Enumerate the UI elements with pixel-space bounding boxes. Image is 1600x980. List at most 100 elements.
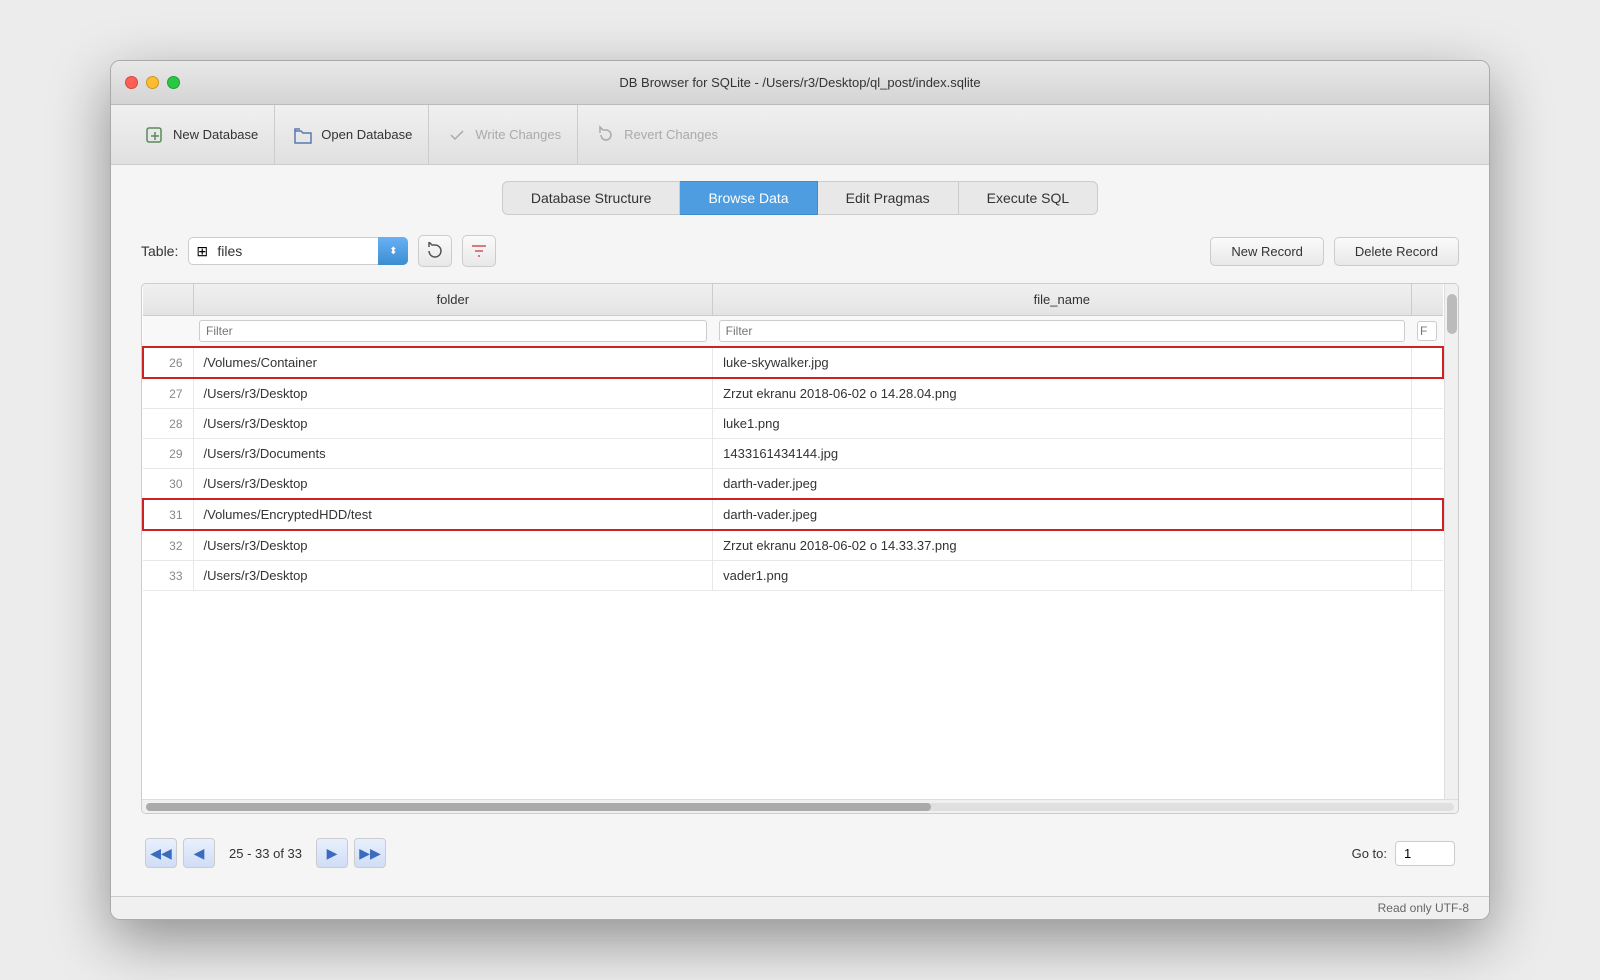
horizontal-scrollbar[interactable]	[142, 799, 1458, 813]
col-folder[interactable]: folder	[193, 284, 713, 316]
table-row[interactable]: 28/Users/r3/Desktopluke1.png	[143, 409, 1443, 439]
table-row[interactable]: 26/Volumes/Containerluke-skywalker.jpg	[143, 347, 1443, 378]
cell-rownum: 27	[143, 378, 193, 409]
table-and-scroll: folder file_name	[142, 284, 1458, 799]
table-header-row: folder file_name	[143, 284, 1443, 316]
cell-folder: /Users/r3/Desktop	[193, 469, 713, 500]
cell-folder: /Volumes/Container	[193, 347, 713, 378]
filter-rownum-cell	[143, 316, 193, 348]
cell-rownum: 32	[143, 530, 193, 561]
cell-rownum: 33	[143, 561, 193, 591]
table-row[interactable]: 27/Users/r3/DesktopZrzut ekranu 2018-06-…	[143, 378, 1443, 409]
cell-folder: /Users/r3/Desktop	[193, 409, 713, 439]
col-filename[interactable]: file_name	[713, 284, 1411, 316]
table-row[interactable]: 29/Users/r3/Documents1433161434144.jpg	[143, 439, 1443, 469]
last-page-button[interactable]: ▶▶	[354, 838, 386, 868]
tab-browse-data[interactable]: Browse Data	[680, 181, 817, 215]
data-table: folder file_name	[142, 284, 1444, 591]
minimize-button[interactable]	[146, 76, 159, 89]
cell-filename: luke1.png	[713, 409, 1411, 439]
col-rownum	[143, 284, 193, 316]
table-row[interactable]: 30/Users/r3/Desktopdarth-vader.jpeg	[143, 469, 1443, 500]
cell-rownum: 26	[143, 347, 193, 378]
table-body: 26/Volumes/Containerluke-skywalker.jpg27…	[143, 347, 1443, 591]
cell-rownum: 28	[143, 409, 193, 439]
maximize-button[interactable]	[167, 76, 180, 89]
page-range: 25 - 33 of 33	[221, 846, 310, 861]
first-page-button[interactable]: ◀◀	[145, 838, 177, 868]
tab-edit-pragmas[interactable]: Edit Pragmas	[818, 181, 959, 215]
next-page-button[interactable]: ▶	[316, 838, 348, 868]
revert-changes-icon	[594, 123, 618, 147]
revert-changes-button[interactable]: Revert Changes	[578, 105, 734, 164]
table-select-wrapper: ⊞ files ⬍	[188, 237, 408, 265]
bottom-bar: ◀◀ ◀ 25 - 33 of 33 ▶ ▶▶ Go to:	[141, 830, 1459, 876]
record-buttons: New Record Delete Record	[1210, 237, 1459, 266]
cell-folder: /Users/r3/Desktop	[193, 561, 713, 591]
delete-record-button[interactable]: Delete Record	[1334, 237, 1459, 266]
cell-rownum: 30	[143, 469, 193, 500]
table-dropdown[interactable]: files	[188, 237, 408, 265]
cell-extra	[1411, 499, 1443, 530]
prev-page-button[interactable]: ◀	[183, 838, 215, 868]
cell-folder: /Users/r3/Documents	[193, 439, 713, 469]
filter-icon	[470, 242, 488, 260]
refresh-icon	[426, 242, 444, 260]
window-controls	[125, 76, 180, 89]
goto-label: Go to:	[1352, 846, 1387, 861]
cell-filename: Zrzut ekranu 2018-06-02 o 14.33.37.png	[713, 530, 1411, 561]
close-button[interactable]	[125, 76, 138, 89]
status-bar: Read only UTF-8	[111, 896, 1489, 919]
vertical-scrollbar[interactable]	[1444, 284, 1458, 799]
cell-folder: /Users/r3/Desktop	[193, 378, 713, 409]
filter-row	[143, 316, 1443, 348]
filter-button[interactable]	[462, 235, 496, 267]
main-window: DB Browser for SQLite - /Users/r3/Deskto…	[110, 60, 1490, 920]
filter-extra-cell	[1411, 316, 1443, 348]
filter-filename-cell	[713, 316, 1411, 348]
filter-folder-input[interactable]	[199, 320, 707, 342]
table-controls: Table: ⊞ files ⬍	[141, 235, 1459, 267]
titlebar: DB Browser for SQLite - /Users/r3/Deskto…	[111, 61, 1489, 105]
cell-extra	[1411, 530, 1443, 561]
cell-extra	[1411, 469, 1443, 500]
cell-filename: darth-vader.jpeg	[713, 469, 1411, 500]
scrollbar-thumb	[1447, 294, 1457, 334]
tab-database-structure[interactable]: Database Structure	[502, 181, 681, 215]
cell-extra	[1411, 439, 1443, 469]
table-scroll[interactable]: folder file_name	[142, 284, 1444, 799]
cell-extra	[1411, 409, 1443, 439]
cell-filename: Zrzut ekranu 2018-06-02 o 14.28.04.png	[713, 378, 1411, 409]
new-record-button[interactable]: New Record	[1210, 237, 1324, 266]
filter-filename-input[interactable]	[719, 320, 1405, 342]
table-row[interactable]: 33/Users/r3/Desktopvader1.png	[143, 561, 1443, 591]
toolbar: New Database Open Database Write Changes	[111, 105, 1489, 165]
cell-filename: luke-skywalker.jpg	[713, 347, 1411, 378]
cell-rownum: 31	[143, 499, 193, 530]
cell-extra	[1411, 347, 1443, 378]
cell-extra	[1411, 561, 1443, 591]
tab-execute-sql[interactable]: Execute SQL	[959, 181, 1099, 215]
h-scrollbar-thumb	[146, 803, 931, 811]
filter-extra-input[interactable]	[1417, 321, 1437, 341]
cell-extra	[1411, 378, 1443, 409]
cell-rownum: 29	[143, 439, 193, 469]
tabs: Database Structure Browse Data Edit Prag…	[111, 165, 1489, 215]
h-scrollbar-track	[146, 803, 1454, 811]
table-row[interactable]: 32/Users/r3/DesktopZrzut ekranu 2018-06-…	[143, 530, 1443, 561]
refresh-button[interactable]	[418, 235, 452, 267]
cell-folder: /Users/r3/Desktop	[193, 530, 713, 561]
goto-input[interactable]	[1395, 841, 1455, 866]
write-changes-icon	[445, 123, 469, 147]
data-table-wrapper: folder file_name	[141, 283, 1459, 814]
new-database-button[interactable]: New Database	[127, 105, 275, 164]
window-title: DB Browser for SQLite - /Users/r3/Deskto…	[619, 75, 980, 90]
write-changes-label: Write Changes	[475, 127, 561, 142]
cell-filename: 1433161434144.jpg	[713, 439, 1411, 469]
write-changes-button[interactable]: Write Changes	[429, 105, 578, 164]
status-text: Read only UTF-8	[1378, 901, 1469, 915]
open-database-icon	[291, 123, 315, 147]
open-database-button[interactable]: Open Database	[275, 105, 429, 164]
col-extra	[1411, 284, 1443, 316]
table-row[interactable]: 31/Volumes/EncryptedHDD/testdarth-vader.…	[143, 499, 1443, 530]
